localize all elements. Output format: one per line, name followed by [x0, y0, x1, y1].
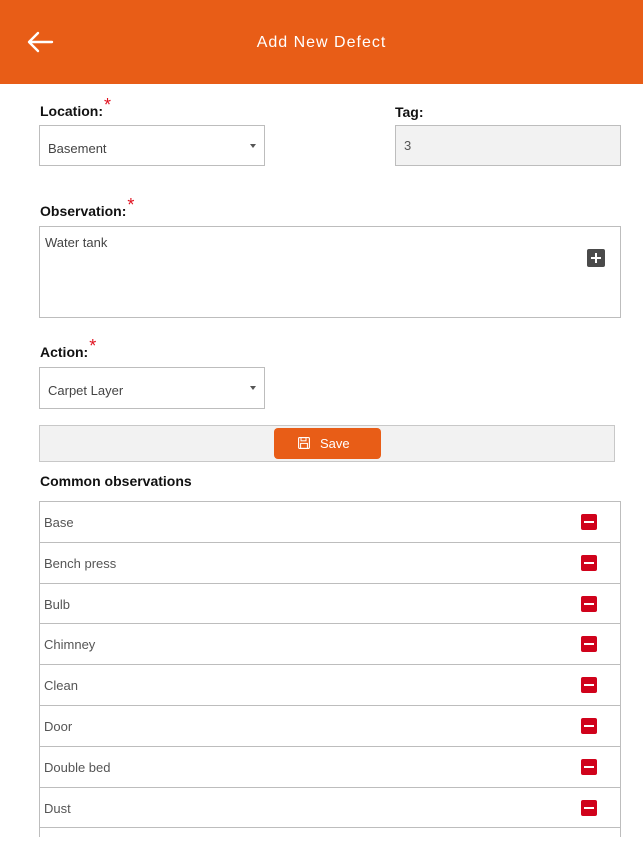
caret-down-icon	[250, 143, 256, 148]
action-select-value: Carpet Layer	[48, 383, 124, 398]
save-button-label: Save	[320, 436, 350, 451]
list-item[interactable]: Dust	[40, 788, 620, 829]
minus-square-icon[interactable]	[581, 677, 597, 694]
caret-down-icon	[250, 386, 256, 390]
list-item-label: Double bed	[44, 759, 111, 775]
location-select[interactable]: Basement	[39, 125, 265, 166]
list-item[interactable]: Chimney	[40, 624, 620, 666]
minus-square-icon[interactable]	[581, 799, 597, 816]
list-item-label: Bench press	[44, 555, 117, 571]
minus-square-icon[interactable]	[581, 758, 597, 775]
list-item-label: Clean	[44, 678, 78, 694]
observation-label-wrap: Observation:*	[40, 195, 134, 221]
list-item[interactable]: Door	[40, 706, 620, 747]
list-item[interactable]: Clean	[40, 665, 620, 706]
list-item-label: Door	[44, 718, 73, 734]
list-item-label: Base	[44, 515, 74, 530]
observation-textarea[interactable]: Water tank	[39, 226, 621, 318]
list-item-label: Chimney	[44, 637, 96, 653]
app-header: Add New Defect	[0, 0, 643, 84]
minus-square-icon[interactable]	[581, 636, 597, 653]
common-observations-list: Base Bench press Bulb Chimney Clean Door Doubl…	[39, 501, 621, 837]
minus-square-icon[interactable]	[581, 514, 597, 530]
tag-label: Tag:	[395, 104, 424, 120]
required-marker: *	[127, 195, 135, 215]
list-item[interactable]: Double bed	[40, 747, 620, 788]
list-item[interactable]: Bench press	[40, 543, 620, 584]
list-item[interactable]: Bulb	[40, 584, 620, 625]
location-label-wrap: Location:*	[40, 95, 111, 121]
required-marker: *	[89, 336, 97, 356]
location-select-value: Basement	[48, 141, 107, 156]
floppy-disk-icon	[298, 437, 310, 449]
minus-square-icon[interactable]	[581, 554, 597, 571]
action-label: Action:	[40, 344, 89, 360]
location-label: Location:	[40, 103, 103, 119]
list-item[interactable]: Base	[40, 502, 620, 543]
tag-input-value: 3	[404, 138, 412, 153]
minus-square-icon[interactable]	[581, 717, 597, 734]
action-select[interactable]: Carpet Layer	[39, 367, 265, 409]
plus-square-icon[interactable]	[587, 249, 605, 267]
page-title: Add New Defect	[256, 34, 387, 51]
save-bar: Save	[39, 425, 615, 462]
list-item-label: Dust	[44, 800, 71, 816]
observation-label: Observation:	[40, 203, 127, 219]
save-button[interactable]: Save	[274, 428, 381, 459]
action-label-wrap: Action:*	[40, 336, 96, 362]
required-marker: *	[104, 95, 112, 115]
minus-square-icon[interactable]	[581, 595, 597, 612]
list-item-label: Bulb	[44, 596, 71, 612]
observation-text: Water tank	[45, 235, 108, 250]
tag-input[interactable]: 3	[395, 125, 621, 166]
common-observations-title: Common observations	[40, 473, 192, 489]
